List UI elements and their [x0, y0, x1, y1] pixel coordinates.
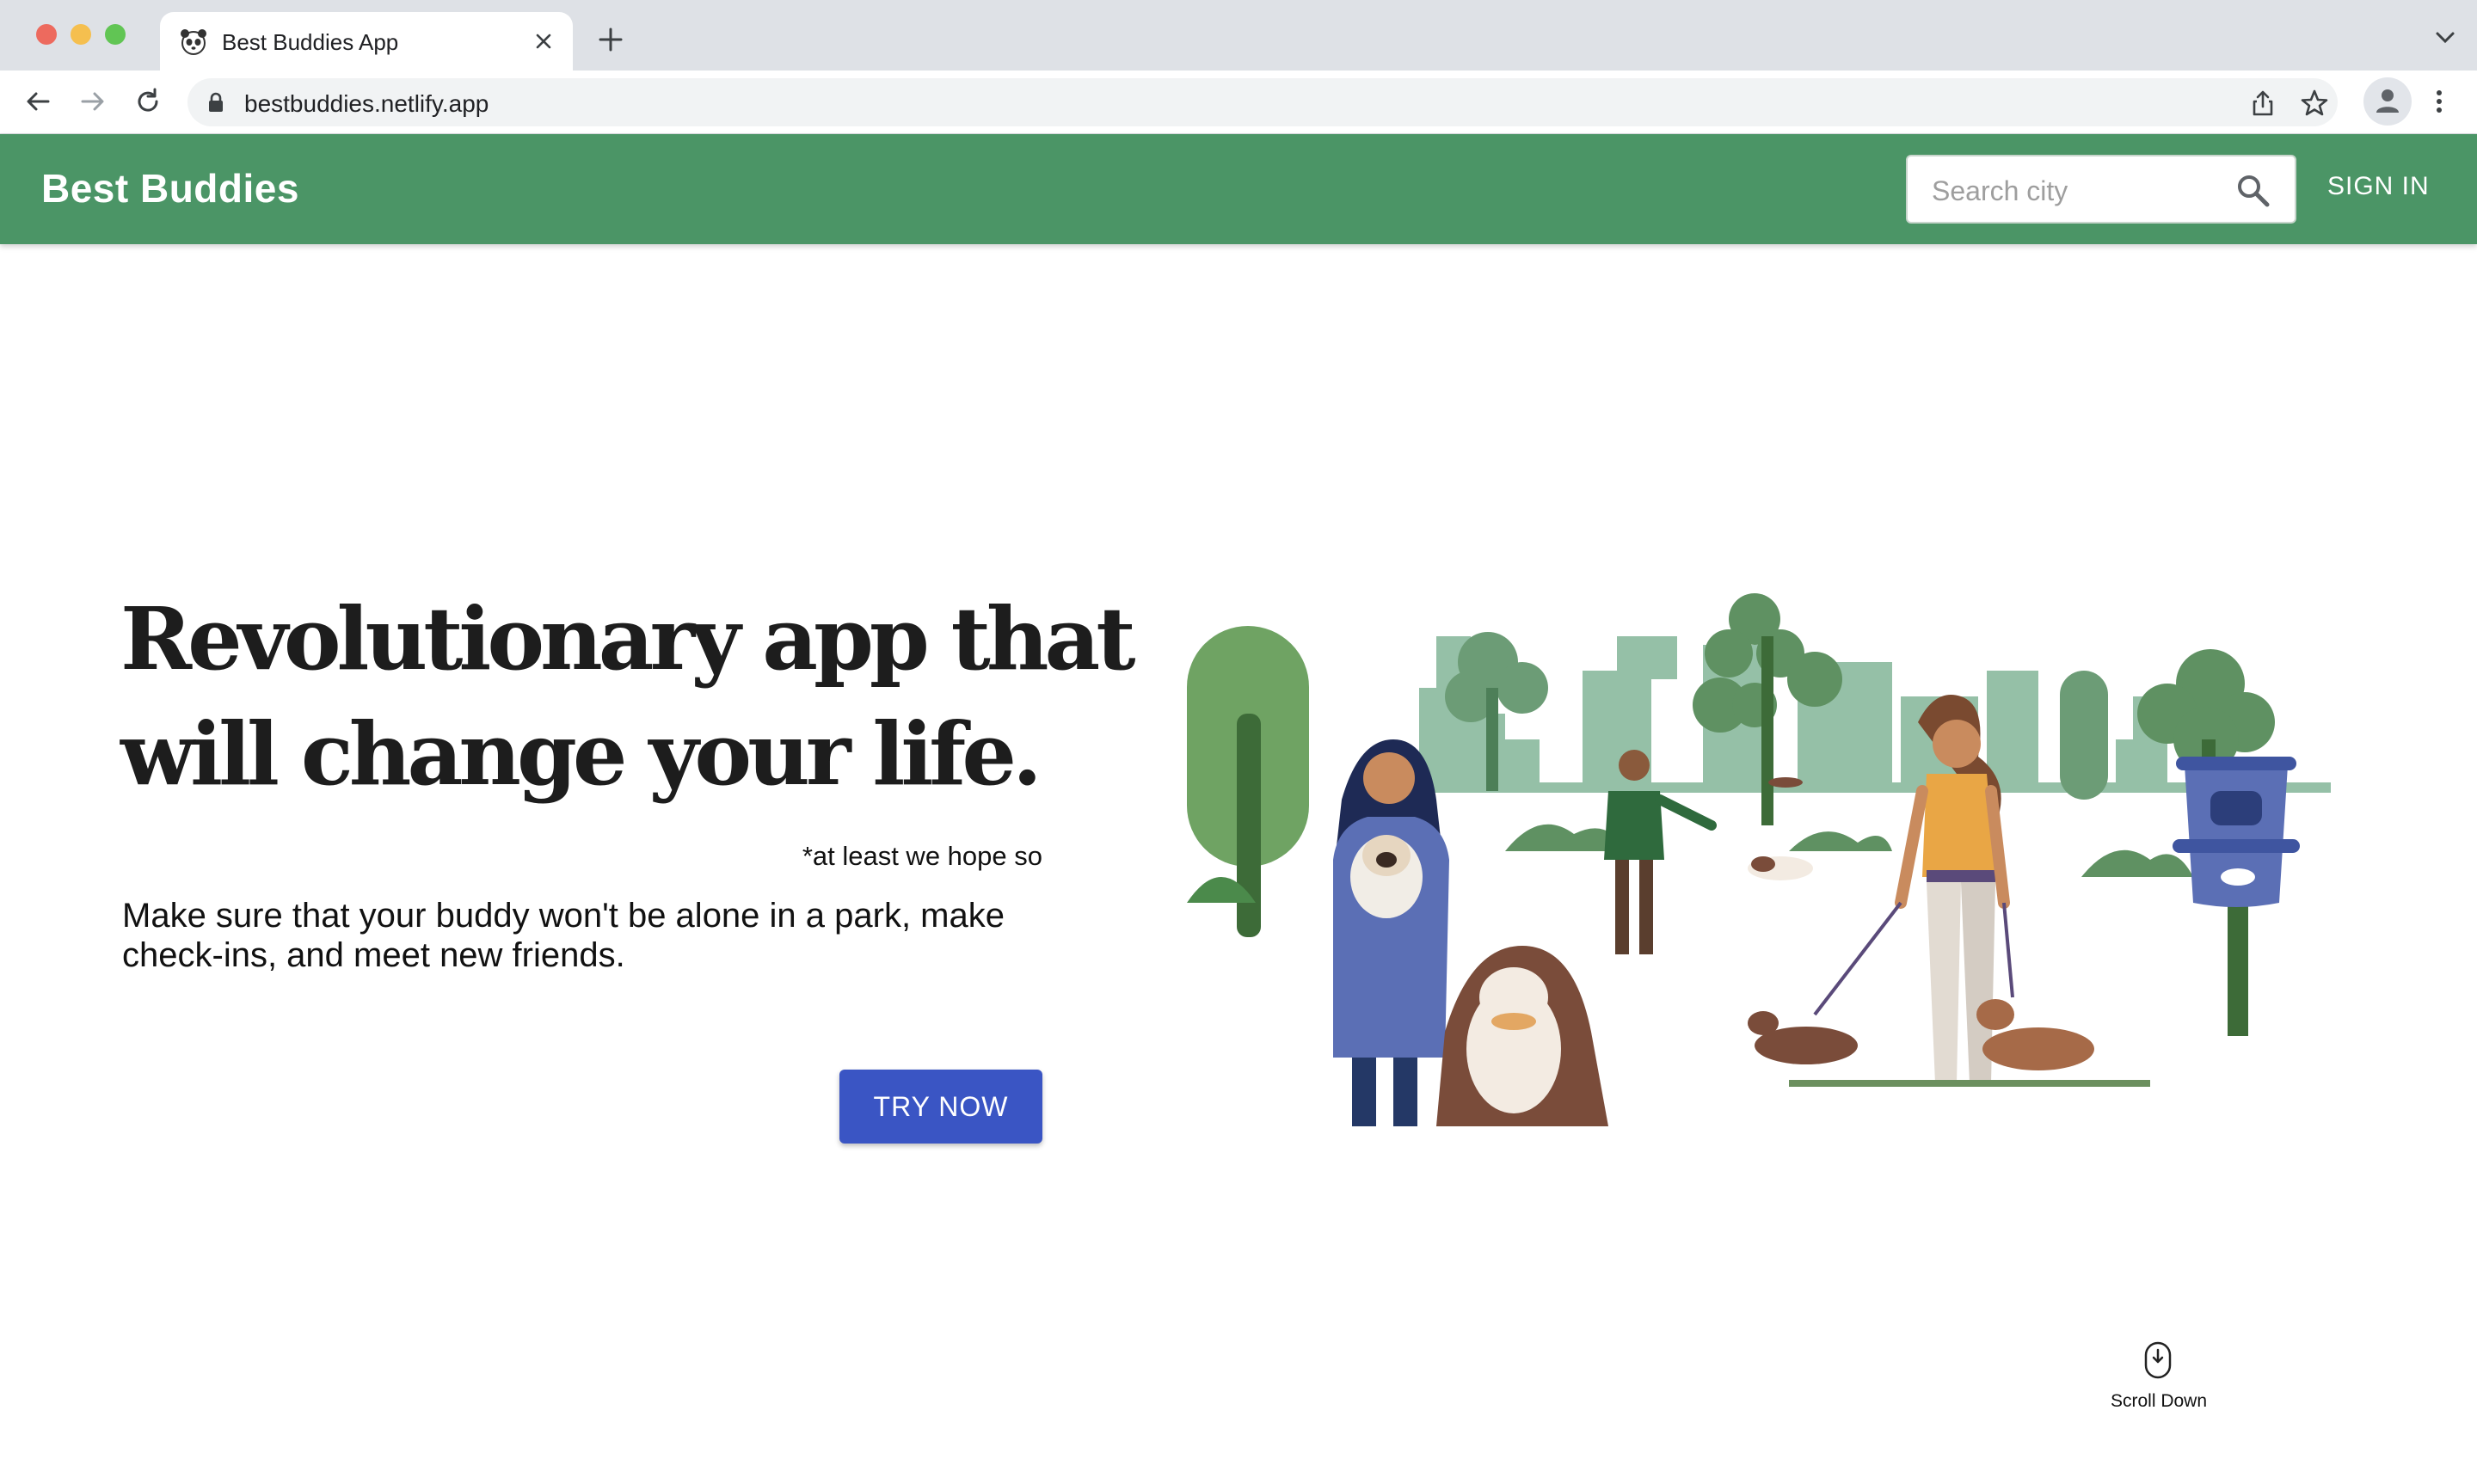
mouse-icon — [2144, 1341, 2172, 1379]
browser-tab-active[interactable]: Best Buddies App — [160, 12, 573, 71]
scroll-down-label: Scroll Down — [2110, 1391, 2208, 1411]
search-city-input[interactable] — [1932, 172, 2224, 210]
browser-toolbar: bestbuddies.netlify.app — [0, 71, 2477, 134]
more-vert-icon[interactable] — [2424, 84, 2455, 119]
maximize-window-button[interactable] — [105, 24, 126, 45]
address-bar[interactable]: bestbuddies.netlify.app — [187, 78, 2338, 126]
sign-in-button[interactable]: SIGN IN — [2327, 172, 2430, 201]
lock-icon — [209, 92, 223, 112]
share-icon[interactable] — [2248, 89, 2277, 118]
minimize-window-button[interactable] — [71, 24, 91, 45]
try-now-button[interactable]: TRY NOW — [839, 1070, 1042, 1144]
reload-icon[interactable] — [131, 84, 165, 119]
park-dogs-illustration — [1187, 593, 2331, 1126]
url-text[interactable]: bestbuddies.netlify.app — [244, 90, 489, 118]
tab-title: Best Buddies App — [222, 29, 399, 55]
hero-headline-line-2: will change your life. — [120, 703, 1042, 805]
chevron-down-icon[interactable] — [2434, 29, 2456, 46]
person-icon — [2376, 89, 2399, 113]
brand-logo-text[interactable]: Best Buddies — [41, 165, 299, 212]
app-header: Best Buddies SIGN IN — [0, 134, 2477, 244]
back-icon[interactable] — [21, 84, 55, 119]
forward-icon[interactable] — [76, 84, 110, 119]
search-icon[interactable] — [2234, 172, 2272, 210]
new-tab-icon[interactable] — [597, 26, 624, 53]
hero-headline-line-1: Revolutionary app that — [120, 588, 1136, 690]
hero-headline: Revolutionary app that will change your … — [120, 581, 1136, 812]
close-window-button[interactable] — [36, 24, 57, 45]
city-search — [1906, 155, 2296, 224]
browser-tab-bar: Best Buddies App — [0, 0, 2477, 71]
profile-avatar-button[interactable] — [2363, 77, 2412, 126]
star-icon[interactable] — [2300, 89, 2329, 118]
hero-description: Make sure that your buddy won't be alone… — [122, 897, 1005, 974]
scroll-down-hint[interactable]: Scroll Down — [2099, 1341, 2219, 1411]
hero-tagline: *at least we hope so — [802, 841, 1042, 871]
panda-icon — [181, 29, 206, 55]
close-tab-icon[interactable] — [532, 29, 556, 53]
